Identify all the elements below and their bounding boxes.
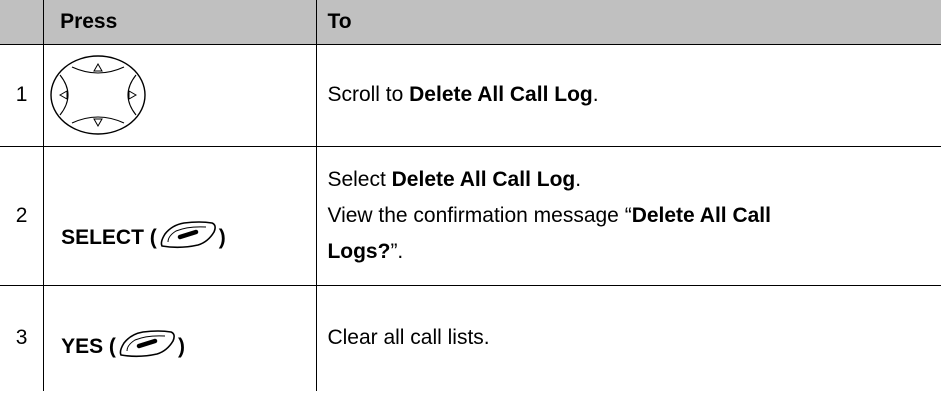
press-cell bbox=[43, 43, 318, 147]
press-cell: YES ( ) bbox=[43, 284, 318, 391]
header-step bbox=[0, 0, 45, 45]
header-to: To bbox=[316, 0, 941, 45]
table-row: 3 YES ( ) Clear all call lists. bbox=[0, 284, 941, 391]
step-number: 2 bbox=[0, 145, 45, 286]
step-number: 3 bbox=[0, 284, 45, 391]
press-cell: SELECT ( ) bbox=[43, 145, 318, 286]
header-press: Press bbox=[43, 0, 318, 45]
to-cell: Clear all call lists. bbox=[316, 284, 941, 391]
confirmation-message-cont: Logs? bbox=[327, 239, 391, 263]
menu-item-name: Delete All Call Log bbox=[409, 83, 593, 106]
soft-key-icon bbox=[119, 330, 175, 358]
table-row: 1 Scroll to Delete All Call Log. bbox=[0, 43, 941, 147]
press-label: SELECT ( bbox=[61, 225, 157, 249]
press-label: YES ( bbox=[61, 335, 116, 359]
soft-key-icon bbox=[160, 220, 216, 248]
menu-item-name: Delete All Call Log bbox=[391, 167, 576, 191]
press-close: ) bbox=[177, 335, 185, 359]
confirmation-message: Delete All Call bbox=[631, 203, 771, 227]
navigation-key-icon bbox=[50, 55, 146, 135]
to-line: Logs?”. bbox=[327, 239, 404, 263]
press-close: ) bbox=[218, 225, 226, 249]
step-number: 1 bbox=[0, 43, 45, 147]
to-line: Select Delete All Call Log. bbox=[327, 167, 582, 191]
to-cell: Select Delete All Call Log. View the con… bbox=[316, 145, 941, 286]
table-header-row: Press To bbox=[0, 0, 941, 45]
to-line: View the confirmation message “Delete Al… bbox=[327, 203, 771, 227]
instruction-table: Press To 1 Scroll to Delete All Call Log… bbox=[0, 0, 941, 391]
table-row: 2 SELECT ( ) Select Delete All Call Log.… bbox=[0, 145, 941, 286]
to-cell: Scroll to Delete All Call Log. bbox=[316, 43, 941, 147]
